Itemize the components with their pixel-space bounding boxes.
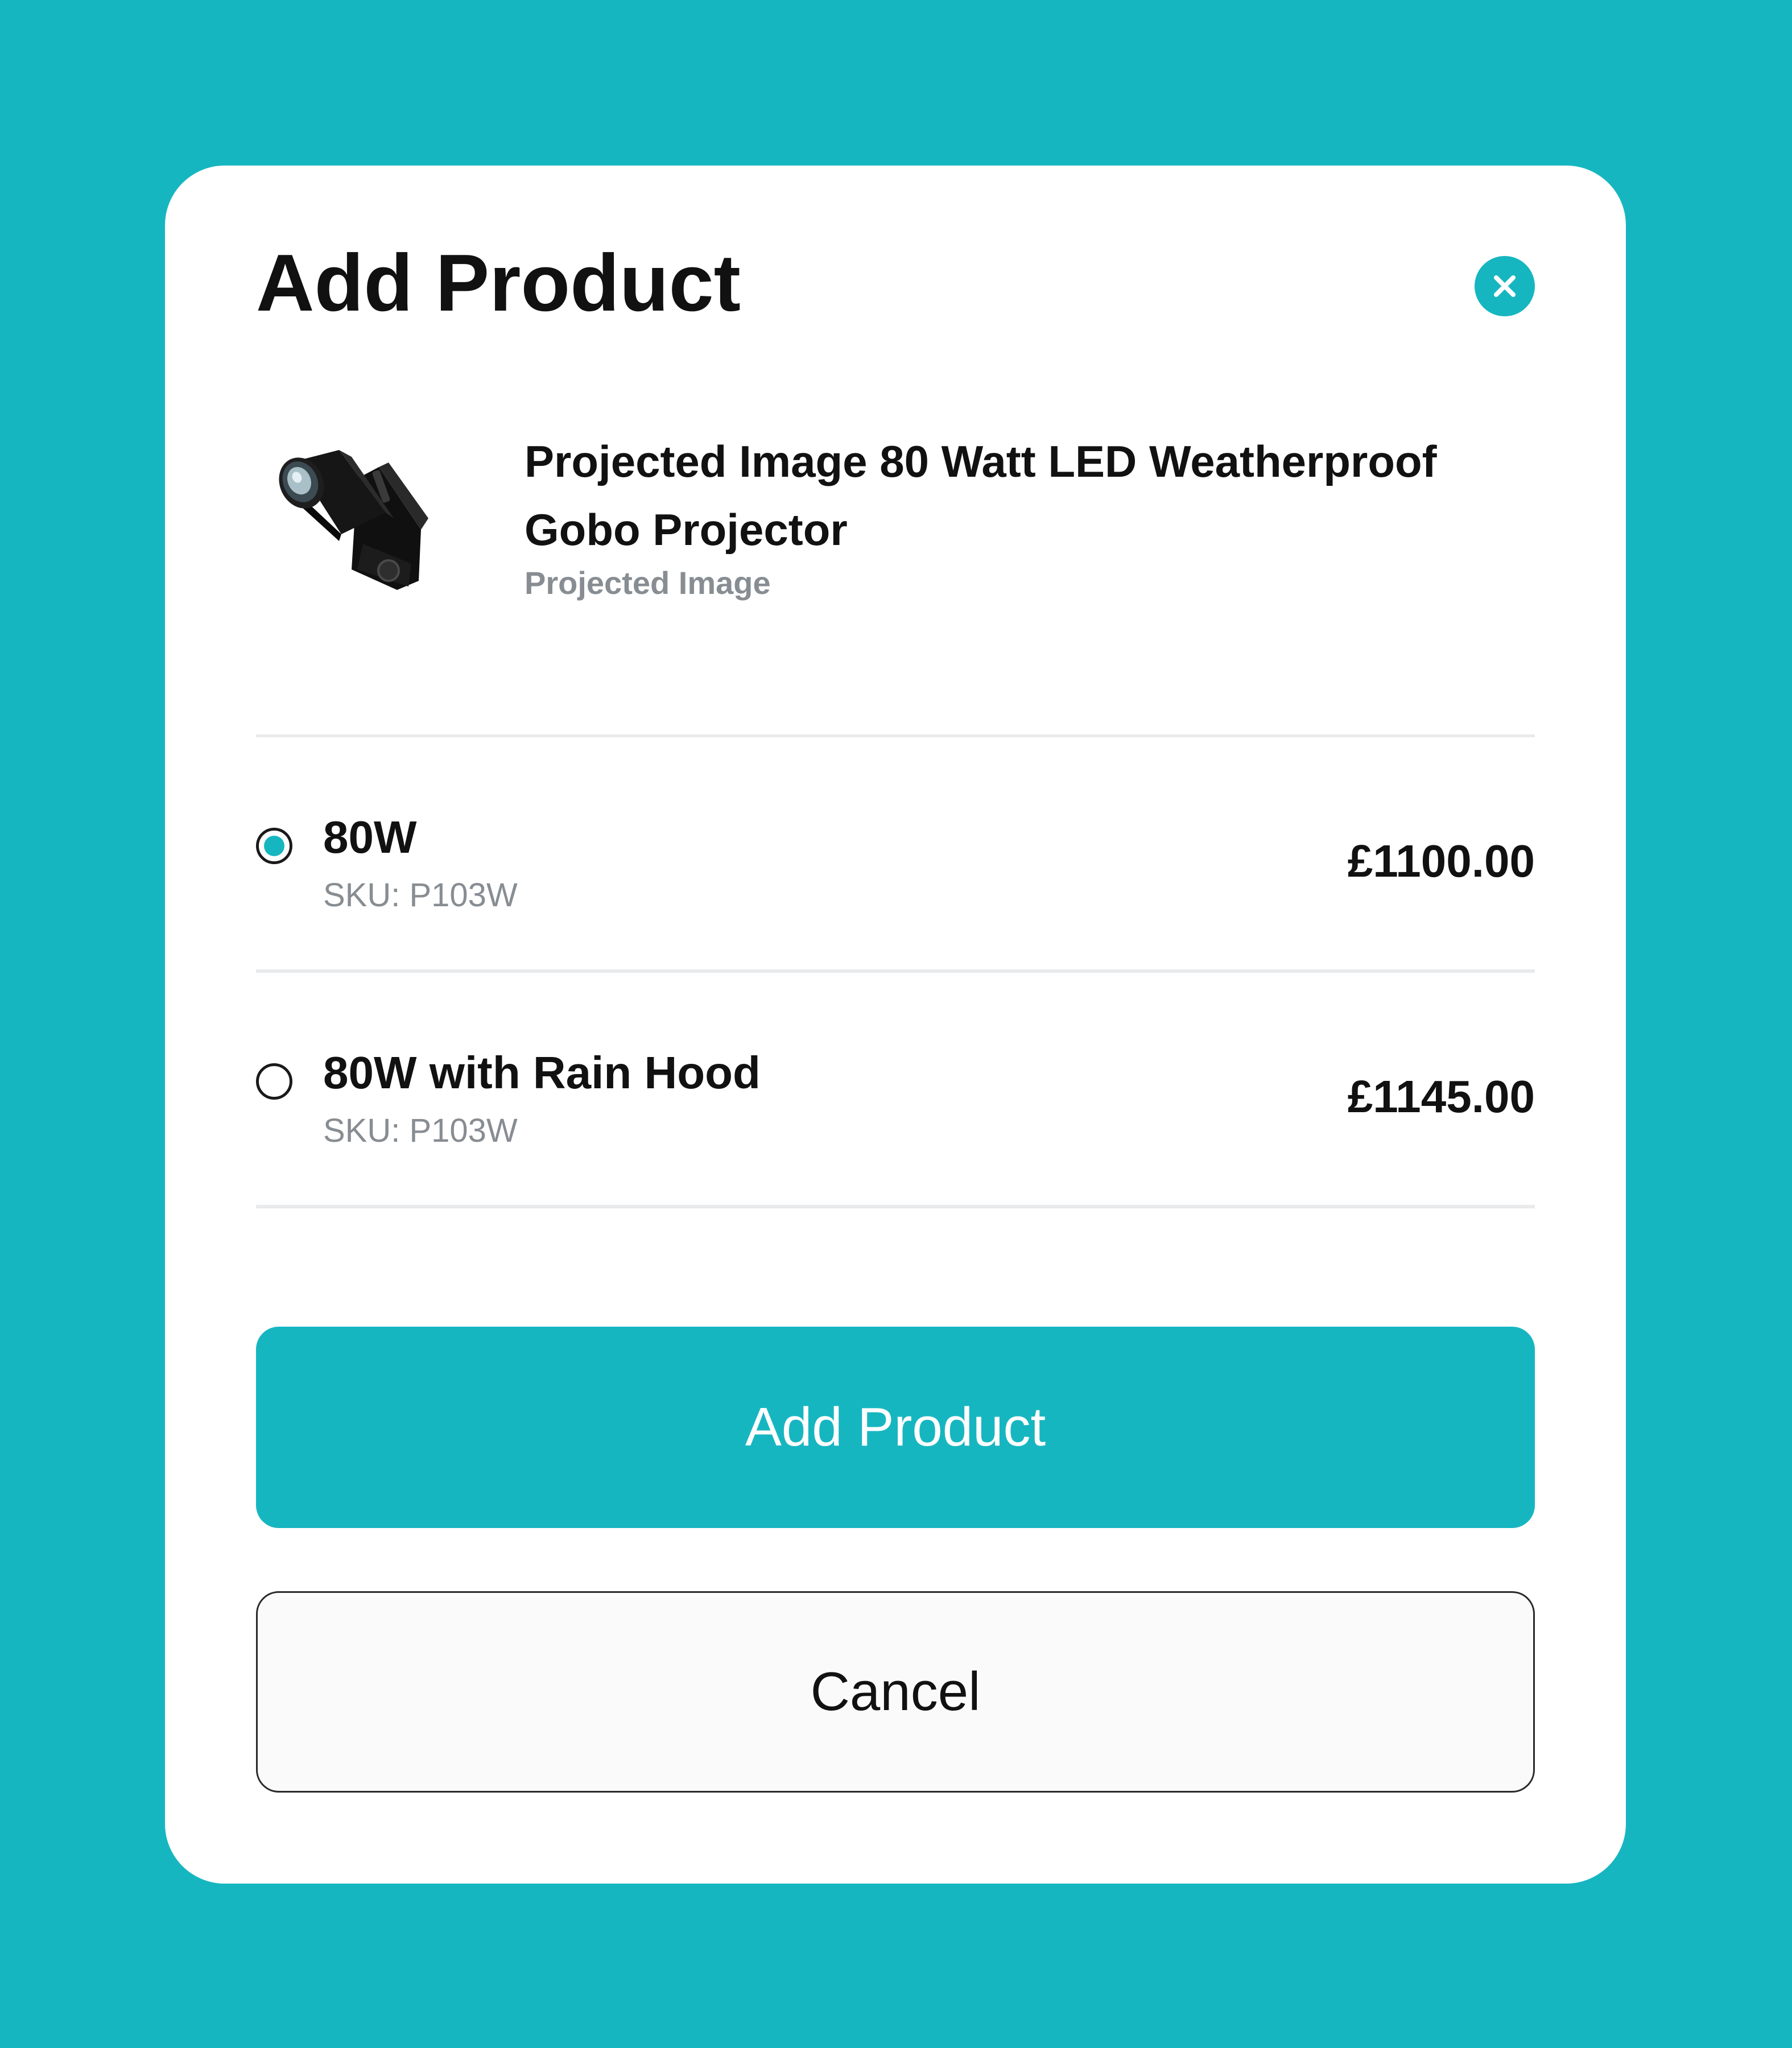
gobo-projector-icon bbox=[279, 450, 428, 590]
variant-sku: SKU: P103W bbox=[323, 1112, 518, 1149]
variant-option-80w-rain-hood[interactable]: 80W with Rain Hood SKU: P103W £1145.00 bbox=[256, 973, 1535, 1205]
variant-label: 80W with Rain Hood bbox=[323, 1047, 761, 1098]
variant-price: £1145.00 bbox=[1347, 1071, 1535, 1122]
cancel-button[interactable]: Cancel bbox=[256, 1591, 1535, 1793]
product-brand: Projected Image bbox=[525, 565, 771, 601]
variant-radio-selected[interactable] bbox=[256, 828, 292, 864]
product-name: Projected Image 80 Watt LED Weatherproof… bbox=[525, 436, 1437, 555]
add-product-button[interactable]: Add Product bbox=[256, 1327, 1535, 1528]
divider bbox=[256, 1205, 1535, 1208]
add-product-modal: Add Product Projected Image 80 Watt LED … bbox=[165, 166, 1626, 1884]
close-button[interactable] bbox=[1475, 256, 1535, 316]
close-icon bbox=[1494, 275, 1516, 297]
product-image bbox=[272, 427, 428, 601]
radio-dot-icon bbox=[264, 836, 284, 856]
modal-title: Add Product bbox=[256, 238, 741, 328]
variant-price: £1100.00 bbox=[1347, 836, 1535, 886]
variant-label: 80W bbox=[323, 812, 417, 862]
variant-sku: SKU: P103W bbox=[323, 877, 518, 914]
variant-radio-unselected[interactable] bbox=[256, 1063, 292, 1100]
variant-option-80w[interactable]: 80W SKU: P103W £1100.00 bbox=[256, 737, 1535, 969]
